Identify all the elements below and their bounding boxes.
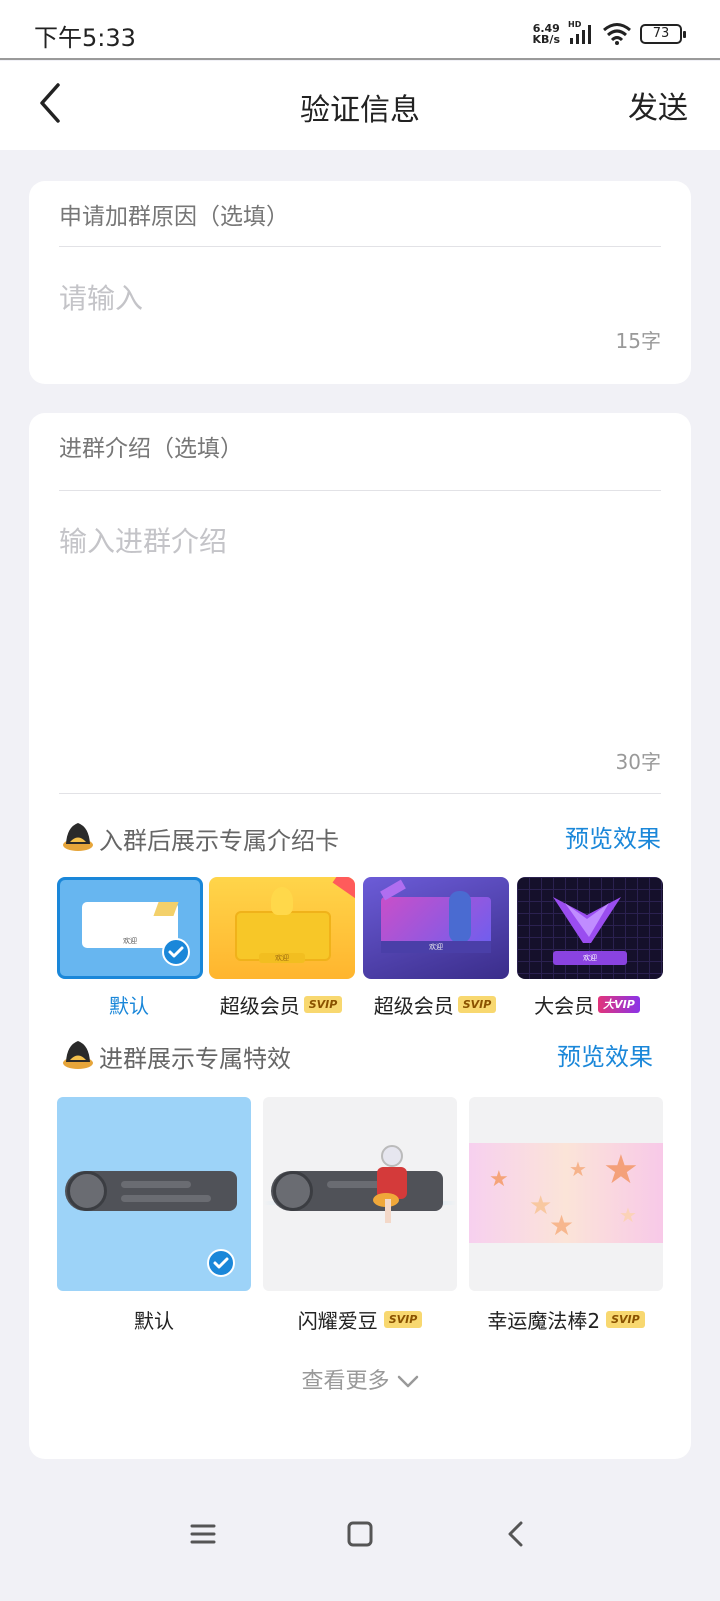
status-bar: 下午5:33 6.49 KB/s HD 73 (0, 0, 720, 60)
intro-card-bigvip[interactable]: 欢迎 (517, 877, 663, 979)
status-indicators: 6.49 KB/s HD 73 (532, 20, 686, 48)
menu-button[interactable] (183, 1514, 223, 1554)
status-time: 下午5:33 (34, 24, 136, 52)
intro-card-label: 大会员 大VIP (507, 990, 667, 1019)
intro-card-svip-2[interactable]: 欢迎 (363, 877, 509, 979)
back-chevron-icon (508, 1521, 523, 1547)
reason-input[interactable]: 请输入 (59, 277, 143, 317)
battery-icon: 73 (640, 24, 686, 44)
intro-card-label: 默认 (109, 994, 149, 1018)
system-back-button[interactable] (497, 1514, 537, 1554)
effect-preview-link[interactable]: 预览效果 (557, 1037, 653, 1072)
intro-card-mini-text: 欢迎 (553, 951, 627, 965)
divider (59, 246, 661, 247)
reason-counter: 15字 (615, 329, 661, 353)
intro-card-list: 欢迎 欢迎 欢迎 欢迎 (57, 877, 691, 987)
svip-badge: SVIP (383, 1311, 423, 1328)
effect-label: 幸运魔法棒2 SVIP (451, 1305, 681, 1334)
wifi-icon (603, 23, 631, 45)
checkmark-icon (162, 938, 190, 966)
intro-card-svip-1[interactable]: 欢迎 (209, 877, 355, 979)
nav-bar: 验证信息 发送 (0, 61, 720, 150)
intro-card-default[interactable]: 欢迎 (57, 877, 203, 979)
effect-shining-idol[interactable] (263, 1097, 457, 1291)
menu-icon (190, 1524, 216, 1544)
effect-default[interactable] (57, 1097, 251, 1291)
effect-label: 默认 (134, 1309, 174, 1333)
intro-card-section-title: 入群后展示专属介绍卡 (99, 827, 339, 855)
penguin-hat-icon (63, 1041, 93, 1069)
effect-section-title: 进群展示专属特效 (99, 1045, 291, 1073)
divider (59, 793, 661, 794)
svip-badge: SVIP (303, 996, 343, 1013)
home-square-icon (347, 1521, 373, 1547)
chevron-down-icon (397, 1375, 418, 1388)
intro-input[interactable]: 输入进群介绍 (59, 520, 227, 560)
home-button[interactable] (340, 1514, 380, 1554)
signal-icon: HD (568, 20, 594, 46)
intro-card-preview-link[interactable]: 预览效果 (565, 819, 661, 854)
svip-badge: SVIP (457, 996, 497, 1013)
reason-card: 申请加群原因（选填） 请输入 15字 (29, 181, 691, 384)
effect-section-header: 进群展示专属特效 预览效果 (59, 1035, 661, 1075)
intro-card-section-header: 入群后展示专属介绍卡 预览效果 (59, 817, 661, 857)
vip-badge: 大VIP (598, 996, 640, 1013)
reason-label: 申请加群原因（选填） (59, 204, 289, 230)
see-more-button[interactable]: 查看更多 (29, 1363, 691, 1395)
svip-badge: SVIP (606, 1311, 645, 1328)
intro-card-mini-text: 欢迎 (259, 953, 305, 963)
effect-lucky-wand[interactable]: ★ ★ ★ ★ ★ ★ (469, 1097, 663, 1291)
send-button[interactable]: 发送 (628, 83, 688, 127)
penguin-hat-icon (63, 823, 93, 851)
intro-card-label: 超级会员 SVIP (201, 990, 361, 1019)
divider (59, 490, 661, 491)
intro-card-mini-text: 欢迎 (381, 941, 491, 953)
page-title: 验证信息 (300, 93, 420, 128)
intro-card-panel: 进群介绍（选填） 输入进群介绍 30字 入群后展示专属介绍卡 预览效果 欢迎 欢… (29, 413, 691, 1459)
intro-counter: 30字 (615, 750, 661, 774)
checkmark-icon (207, 1249, 235, 1277)
intro-card-label: 超级会员 SVIP (355, 990, 515, 1019)
effect-label: 闪耀爱豆 SVIP (245, 1305, 475, 1334)
intro-label: 进群介绍（选填） (59, 436, 243, 462)
system-nav-bar (0, 1500, 720, 1601)
network-speed: 6.49 KB/s (532, 22, 560, 46)
